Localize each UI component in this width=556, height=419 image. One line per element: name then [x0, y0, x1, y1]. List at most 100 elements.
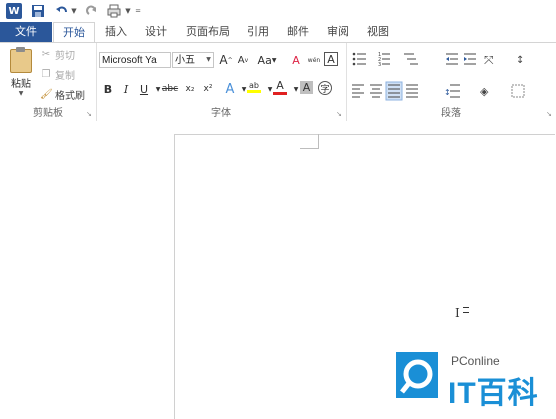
font-size-dropdown-icon[interactable]: ▼: [204, 53, 213, 67]
font-color-icon: A: [276, 79, 284, 92]
superscript-button[interactable]: x²: [200, 81, 216, 97]
watermark-title: IT百科: [448, 377, 539, 410]
watermark-brand: PConline: [451, 354, 500, 368]
font-size-box[interactable]: 小五 ▼: [172, 52, 214, 68]
bullets-icon[interactable]: [352, 52, 366, 66]
chinese-layout-icon[interactable]: ⤧: [484, 53, 494, 67]
bold-icon: B: [103, 82, 113, 96]
font-launcher-icon[interactable]: ↘: [336, 111, 343, 118]
tab-home[interactable]: 开始: [53, 22, 95, 43]
svg-text:↕: ↕: [516, 55, 524, 66]
shrink-font-button[interactable]: Av: [235, 52, 251, 68]
tab-insert[interactable]: 插入: [100, 22, 132, 42]
brush-icon: 🖌: [40, 88, 53, 100]
change-case-icon: Aa: [257, 53, 272, 67]
customize-qat-icon[interactable]: =: [134, 3, 142, 19]
svg-text:⤧: ⤧: [484, 53, 494, 67]
paragraph-group-label: 段落: [441, 108, 461, 119]
increase-indent-icon[interactable]: [464, 53, 476, 65]
subscript-button[interactable]: x₂: [182, 81, 198, 97]
save-icon[interactable]: [31, 3, 45, 19]
paste-icon: [10, 47, 32, 73]
tab-design[interactable]: 设计: [140, 22, 172, 42]
tab-review[interactable]: 审阅: [324, 22, 352, 42]
paste-dropdown-icon: ▼: [18, 90, 24, 97]
tab-file[interactable]: 文件: [0, 22, 52, 42]
tab-mailings[interactable]: 邮件: [284, 22, 312, 42]
highlight-icon: ab: [249, 81, 259, 90]
pconline-logo-icon: [396, 352, 438, 398]
scissors-icon: ✂: [41, 48, 51, 60]
highlight-button[interactable]: ab: [246, 79, 262, 95]
phonetic-guide-icon: wén: [307, 56, 321, 64]
clipboard-group-label: 剪贴板: [33, 108, 63, 119]
tab-references[interactable]: 引用: [244, 22, 272, 42]
print-preview-icon[interactable]: [107, 3, 123, 19]
clipboard-launcher-icon[interactable]: ↘: [86, 111, 93, 118]
numbering-icon[interactable]: 1 2 3: [378, 52, 390, 68]
redo-icon[interactable]: [85, 3, 99, 19]
paste-label: 粘贴: [11, 79, 31, 90]
font-color-swatch: [273, 92, 287, 95]
cut-button[interactable]: ✂ 剪切: [40, 47, 75, 62]
distributed-icon[interactable]: [406, 84, 418, 98]
grow-font-icon: A: [219, 53, 228, 67]
strikethrough-button[interactable]: abc: [160, 81, 180, 97]
strikethrough-icon: abc: [161, 84, 179, 94]
paragraph-icons: 1 2 3 ⤧ ↕ ↕ ◈: [352, 52, 525, 101]
superscript-icon: x²: [203, 84, 213, 94]
char-shading-icon: A: [302, 81, 311, 94]
ibeam-cursor-icon: I: [455, 306, 460, 320]
svg-text:◈: ◈: [480, 85, 489, 98]
copy-label: 复制: [55, 70, 75, 82]
font-group: Microsoft Ya 小五 ▼ A ^ Av Aa ▼ A wén A B I …: [96, 43, 347, 121]
decrease-indent-icon[interactable]: [446, 53, 458, 65]
bold-button[interactable]: B: [100, 81, 116, 97]
paste-button[interactable]: 粘贴 ▼: [6, 47, 36, 97]
paragraph-group: 1 2 3 ⤧ ↕ ↕ ◈ 段落 ↘: [346, 43, 556, 121]
char-shading-button[interactable]: A: [300, 81, 313, 94]
font-name-value: Microsoft Ya: [102, 55, 157, 66]
quick-access-toolbar: W ▼ ▼ =: [0, 0, 556, 22]
tab-view[interactable]: 视图: [364, 22, 392, 42]
text-effects-icon: A: [225, 81, 235, 97]
font-name-box[interactable]: Microsoft Ya: [99, 52, 171, 68]
align-left-icon[interactable]: [352, 84, 364, 98]
italic-button[interactable]: I: [118, 81, 134, 97]
borders-icon[interactable]: [511, 84, 525, 98]
line-spacing-icon[interactable]: ↕: [444, 84, 460, 98]
highlight-color-swatch: [247, 90, 261, 93]
char-border-button[interactable]: A: [324, 52, 338, 66]
clipboard-group: 粘贴 ▼ ✂ 剪切 ❐ 复制 🖌 格式刷 剪贴板 ↘: [0, 43, 97, 121]
cursor-alignment-mark: [463, 307, 469, 313]
copy-button[interactable]: ❐ 复制: [40, 67, 75, 82]
page-margin-corner-mark: [300, 134, 319, 149]
copy-icon: ❐: [41, 68, 51, 80]
underline-icon: U: [139, 82, 149, 96]
tab-page-layout[interactable]: 页面布局: [180, 22, 236, 42]
ribbon-home: 粘贴 ▼ ✂ 剪切 ❐ 复制 🖌 格式刷 剪贴板 ↘ Microsoft Ya …: [0, 42, 556, 122]
subscript-icon: x₂: [185, 84, 195, 94]
font-color-button[interactable]: A: [272, 79, 288, 95]
change-case-button[interactable]: Aa ▼: [256, 52, 278, 68]
shading-icon[interactable]: ◈: [480, 85, 489, 98]
paragraph-launcher-icon[interactable]: ↘: [546, 111, 553, 118]
shrink-font-icon: A: [237, 54, 245, 66]
enclose-char-button[interactable]: 字: [318, 81, 332, 95]
italic-icon: I: [123, 82, 129, 96]
font-size-value: 小五: [175, 55, 195, 66]
undo-dropdown-icon[interactable]: ▼: [70, 3, 78, 19]
sort-icon[interactable]: ↕: [516, 55, 524, 66]
ribbon-tabs: 文件 开始 插入 设计 页面布局 引用 邮件 审阅 视图: [0, 22, 556, 43]
phonetic-guide-button[interactable]: wén: [306, 52, 322, 68]
clear-format-button[interactable]: A: [288, 52, 304, 68]
align-center-icon[interactable]: [370, 84, 382, 98]
format-painter-button[interactable]: 🖌 格式刷: [40, 87, 85, 102]
print-dropdown-icon[interactable]: ▼: [124, 3, 132, 19]
multilevel-list-icon[interactable]: [404, 53, 418, 65]
grow-font-button[interactable]: A ^: [218, 52, 234, 68]
word-logo-icon[interactable]: W: [6, 3, 22, 19]
cut-label: 剪切: [55, 50, 75, 62]
svg-text:3: 3: [378, 62, 381, 68]
undo-icon[interactable]: [55, 3, 69, 19]
